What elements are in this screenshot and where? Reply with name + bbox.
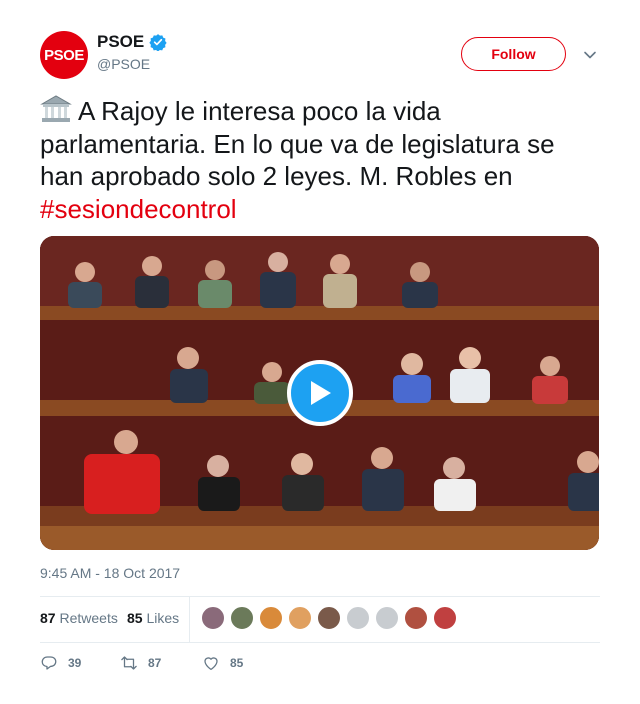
reply-icon bbox=[41, 656, 57, 670]
liker-avatar[interactable] bbox=[375, 606, 399, 630]
liker-avatars bbox=[201, 606, 457, 630]
chevron-down-icon[interactable] bbox=[583, 48, 597, 62]
tweet-text: A Rajoy le interesa poco la vida parlame… bbox=[40, 95, 600, 225]
engagement-stats: 87 Retweets 85 Likes bbox=[40, 596, 600, 642]
liker-avatar[interactable] bbox=[201, 606, 225, 630]
like-button[interactable]: 85 bbox=[202, 654, 243, 672]
stats-separator bbox=[189, 596, 190, 642]
like-count: 85 bbox=[230, 656, 244, 670]
liker-avatar[interactable] bbox=[433, 606, 457, 630]
display-name[interactable]: PSOE bbox=[97, 32, 144, 52]
follow-button[interactable]: Follow bbox=[461, 37, 566, 71]
likes-stat[interactable]: 85 Likes bbox=[127, 610, 179, 626]
handle: @PSOE bbox=[97, 56, 151, 72]
retweets-count: 87 bbox=[40, 610, 56, 626]
classical-building-icon bbox=[40, 95, 72, 122]
reply-button[interactable]: 39 bbox=[40, 654, 81, 672]
timestamp[interactable]: 9:45 AM - 18 Oct 2017 bbox=[40, 565, 180, 581]
author-info[interactable]: PSOE @PSOE bbox=[97, 32, 167, 72]
likes-label: Likes bbox=[146, 610, 180, 626]
heart-icon bbox=[204, 657, 218, 671]
divider bbox=[40, 642, 600, 643]
retweets-stat[interactable]: 87 Retweets bbox=[40, 610, 118, 626]
play-button[interactable] bbox=[287, 360, 353, 426]
tweet-actions: 39 87 85 bbox=[40, 654, 600, 674]
tweet-header: PSOE PSOE @PSOE Follow bbox=[40, 30, 600, 80]
liker-avatar[interactable] bbox=[259, 606, 283, 630]
retweets-label: Retweets bbox=[59, 610, 118, 626]
avatar[interactable]: PSOE bbox=[40, 31, 88, 79]
retweet-button[interactable]: 87 bbox=[120, 654, 161, 672]
video-player[interactable] bbox=[40, 236, 599, 550]
liker-avatar[interactable] bbox=[230, 606, 254, 630]
tweet-body: A Rajoy le interesa poco la vida parlame… bbox=[40, 96, 555, 191]
verified-badge-icon bbox=[149, 34, 167, 51]
retweet-icon bbox=[121, 656, 137, 670]
liker-avatar[interactable] bbox=[317, 606, 341, 630]
play-icon bbox=[311, 381, 331, 405]
likes-count: 85 bbox=[127, 610, 143, 626]
liker-avatar[interactable] bbox=[346, 606, 370, 630]
hashtag-link[interactable]: #sesiondecontrol bbox=[40, 194, 237, 224]
liker-avatar[interactable] bbox=[288, 606, 312, 630]
reply-count: 39 bbox=[68, 656, 82, 670]
liker-avatar[interactable] bbox=[404, 606, 428, 630]
retweet-count: 87 bbox=[148, 656, 162, 670]
